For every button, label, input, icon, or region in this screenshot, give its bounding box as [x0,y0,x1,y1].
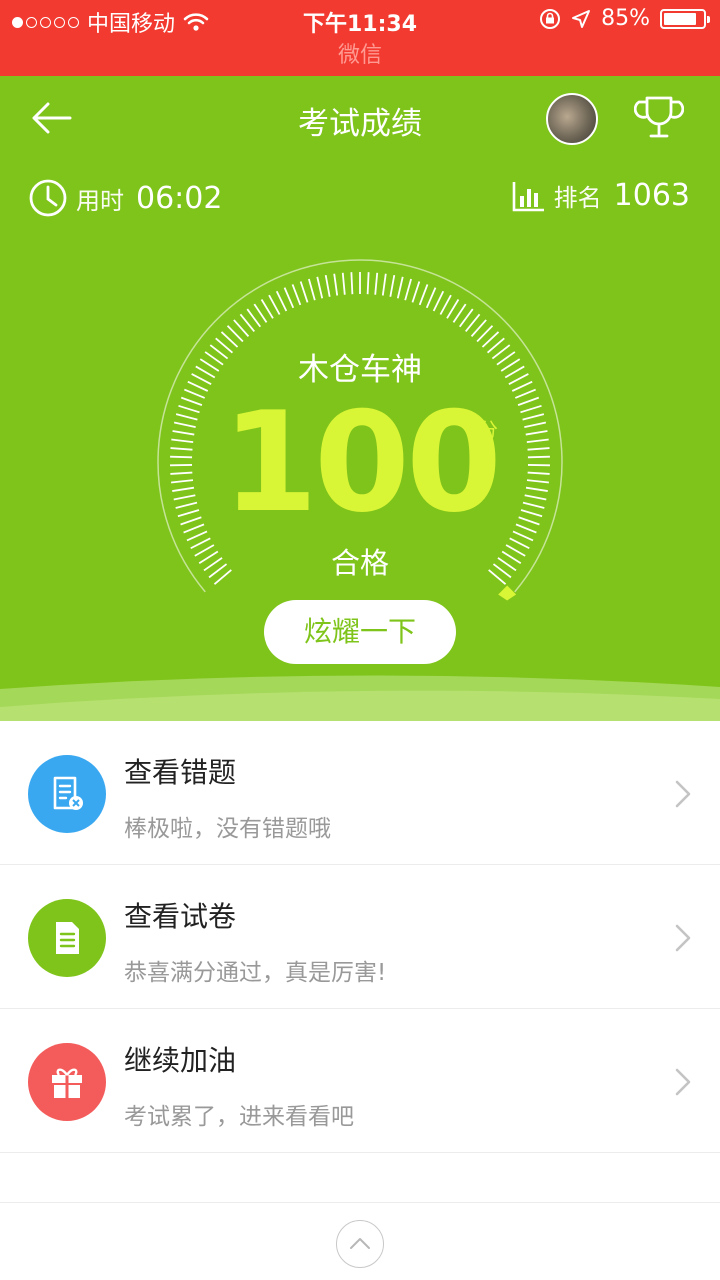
bottom-bar [0,1202,720,1280]
menu-icon-circle [28,755,106,833]
menu-icon-circle [28,1043,106,1121]
menu-title: 查看试卷 [124,900,237,933]
gauge-tick [260,299,274,319]
gauge-tick [381,273,387,296]
battery-fill [664,12,697,25]
gauge-tick [404,278,412,301]
gauge-tick [439,294,452,315]
gauge-tick [316,276,324,299]
chevron-right-icon [675,924,691,952]
pass-status: 合格 [330,546,389,580]
elapsed-time: 用时 06:02 [28,178,222,218]
gauge-tick [425,287,437,309]
battery-percent: 85% [601,6,650,31]
menu-item-exam-paper[interactable]: 查看试卷 恭喜满分通过，真是厉害! [0,865,720,1009]
gauge-tick [366,272,370,295]
status-bar: 中国移动 下午11:34 85% [0,0,720,40]
gauge-tick [291,284,302,306]
rank-label: 排名 [553,184,602,212]
wechat-return-label[interactable]: 微信 [0,40,720,76]
time-value: 06:02 [136,180,223,216]
score-unit: 分 [478,418,498,442]
gauge-tick [396,276,404,299]
rotation-lock-icon [540,8,561,29]
gauge-tick [341,272,346,295]
gauge-tick [350,272,354,295]
menu-item-wrong-questions[interactable]: 查看错题 棒极啦，没有错题哦 [0,721,720,865]
chevron-up-icon [350,1238,370,1249]
gauge-tick [432,290,445,312]
chevron-right-icon [675,780,691,808]
gauge-tick [299,281,309,303]
gauge-tick [283,287,295,309]
gauge-tick [308,278,316,301]
result-menu: 查看错题 棒极啦，没有错题哦 查看试卷 恭喜满分通过，真是厉害! 继续加油 考试… [0,721,720,1153]
score-value: 100 [221,382,502,543]
trophy-icon[interactable] [634,94,684,142]
gauge-tick [333,273,339,296]
gauge-tick [275,290,288,312]
gauge-tick [411,281,421,303]
clock-icon [29,179,67,217]
battery-icon [660,8,710,29]
menu-subtitle: 恭喜满分通过，真是厉害! [124,960,387,986]
gauge-tick [389,274,396,297]
menu-subtitle: 考试累了，进来看看吧 [124,1104,354,1130]
gauge-end-marker [498,585,517,601]
chevron-right-icon [675,1068,691,1096]
wrong-question-icon [53,776,83,810]
menu-item-keep-going[interactable]: 继续加油 考试累了，进来看看吧 [0,1009,720,1153]
gauge-tick [446,299,460,319]
menu-icon-circle [28,899,106,977]
gauge-tick [268,294,281,315]
scroll-up-button[interactable] [336,1220,384,1268]
wave-decoration [0,675,720,721]
gift-icon [52,1068,82,1098]
menu-subtitle: 棒极啦，没有错题哦 [124,816,331,842]
status-right: 85% [539,6,710,31]
page-title: 考试成绩 [298,106,422,142]
location-arrow-icon [572,9,591,28]
gauge-tick [418,284,429,306]
rank-value: 1063 [613,178,690,213]
gauge-tick [324,274,331,297]
gauge-tick [374,272,379,295]
score-hero: 考试成绩 用时 06:02 排名 1063 木仓车神 100 分 合格 炫耀一下 [0,76,720,721]
time-label: 用时 [76,186,124,215]
bar-chart-icon [512,181,544,211]
share-button[interactable]: 炫耀一下 [264,600,456,664]
menu-title: 继续加油 [124,1044,237,1077]
paper-document-icon [56,922,79,954]
avatar[interactable] [546,93,598,145]
ranking[interactable]: 排名 1063 [512,178,690,213]
menu-title: 查看错题 [124,756,237,789]
